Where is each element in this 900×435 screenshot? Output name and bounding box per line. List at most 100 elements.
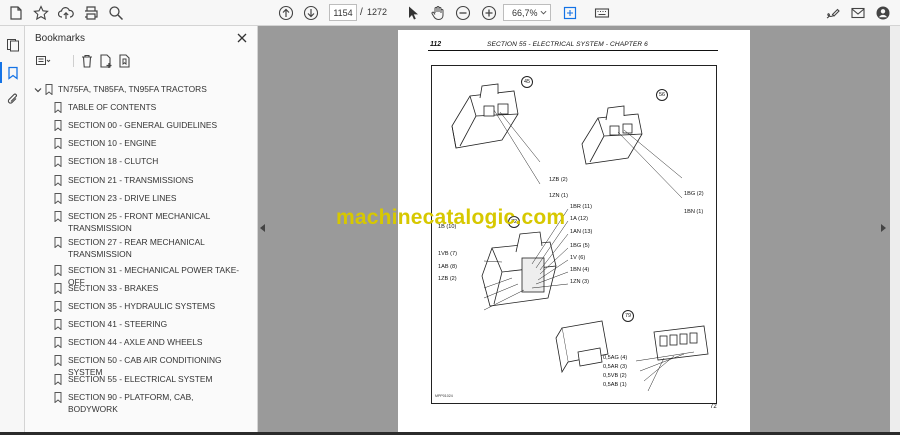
fit-page-icon[interactable] (560, 3, 580, 23)
figure-code: MPP01024 (435, 394, 453, 398)
next-page-icon[interactable] (301, 3, 321, 23)
wire-label: 1BG (2) (684, 191, 704, 197)
bookmark-icon (54, 138, 62, 149)
bookmark-tools (35, 53, 245, 71)
email-icon[interactable] (848, 3, 868, 23)
bookmark-label: SECTION 41 - STEERING (68, 319, 168, 329)
bookmark-icon (54, 283, 62, 294)
bookmark-icon (54, 102, 62, 113)
bookmarks-icon[interactable] (0, 62, 21, 83)
bookmark-label: SECTION 35 - HYDRAULIC SYSTEMS (68, 301, 216, 311)
wire-label: 1V (6) (570, 255, 586, 261)
star-icon[interactable] (31, 3, 51, 23)
bookmark-icon (54, 120, 62, 131)
cloud-upload-icon[interactable] (56, 3, 76, 23)
bookmark-label: SECTION 90 - PLATFORM, CAB, BODYWORK (68, 392, 194, 414)
bookmark-icon (54, 355, 62, 366)
page-separator: / (360, 7, 363, 18)
print-icon[interactable] (81, 3, 101, 23)
bookmark-label: SECTION 10 - ENGINE (68, 138, 157, 148)
keyboard-icon[interactable] (592, 3, 612, 23)
bookmark-label: SECTION 00 - GENERAL GUIDELINES (68, 120, 218, 130)
bookmark-settings-icon[interactable] (117, 53, 133, 69)
hand-tool-icon[interactable] (428, 3, 448, 23)
total-pages: 1272 (367, 7, 388, 17)
options-menu-icon[interactable] (35, 53, 51, 69)
bookmark-label: SECTION 25 - FRONT MECHANICAL TRANSMISSI… (68, 211, 210, 233)
bookmark-icon (54, 265, 62, 276)
wire-label: 1VB (7) (438, 251, 457, 257)
callout-number: 56 (656, 89, 668, 101)
delete-icon[interactable] (79, 53, 95, 69)
search-icon[interactable] (106, 3, 126, 23)
bookmark-root-label: TN75FA, TN85FA, TN95FA TRACTORS (58, 84, 207, 94)
zoom-out-icon[interactable] (453, 3, 473, 23)
wire-label: 1BR (11) (570, 204, 592, 210)
bookmark-icon (54, 156, 62, 167)
bookmark-label: SECTION 55 - ELECTRICAL SYSTEM (68, 374, 213, 384)
wire-label: 1BN (4) (570, 267, 590, 273)
select-cursor-icon[interactable] (403, 3, 423, 23)
bookmark-icon (54, 374, 62, 385)
collapse-right-icon[interactable] (880, 224, 886, 232)
account-icon[interactable] (873, 3, 893, 23)
bookmark-label: TABLE OF CONTENTS (68, 102, 157, 112)
vertical-scrollbar[interactable] (890, 26, 900, 435)
page-footer-number: 72 (710, 404, 717, 410)
bookmark-item[interactable]: SECTION 90 - PLATFORM, CAB, BODYWORK (25, 391, 258, 415)
wire-label: 1BN (1) (684, 209, 704, 215)
wire-label: 1ZB (2) (438, 276, 457, 282)
collapse-left-icon[interactable] (260, 224, 266, 232)
home-icon[interactable] (6, 3, 26, 23)
previous-page-icon[interactable] (276, 3, 296, 23)
zoom-level-select[interactable]: 66,7% (503, 4, 551, 21)
connector-45-drawing (451, 83, 519, 149)
attachment-icon[interactable] (4, 90, 21, 107)
bookmark-label: SECTION 27 - REAR MECHANICAL TRANSMISSIO… (68, 237, 205, 259)
wire-label: 1ZN (3) (570, 279, 589, 285)
chevron-down-icon[interactable] (33, 85, 43, 95)
toolbar-divider (73, 55, 74, 67)
callout-number: 79 (622, 310, 634, 322)
wire-label: 0,5AG (4) (603, 355, 628, 361)
bookmark-item[interactable]: SECTION 27 - REAR MECHANICAL TRANSMISSIO… (25, 236, 258, 260)
callout-number: 45 (521, 76, 533, 88)
wire-label: 1ZN (1) (549, 193, 568, 199)
new-bookmark-icon[interactable] (98, 53, 114, 69)
bookmark-icon (54, 211, 62, 222)
top-toolbar: 1154 / 1272 66,7% (0, 0, 900, 26)
current-page-input[interactable]: 1154 (329, 4, 357, 21)
bookmark-root[interactable]: TN75FA, TN85FA, TN95FA TRACTORS (25, 83, 258, 97)
section-header: SECTION 55 - ELECTRICAL SYSTEM - CHAPTER… (487, 41, 648, 48)
bookmark-item[interactable]: SECTION 25 - FRONT MECHANICAL TRANSMISSI… (25, 210, 258, 234)
watermark: machinecatalogic.com (336, 206, 566, 229)
chevron-down-icon (540, 10, 547, 15)
page-number: 112 (430, 41, 442, 48)
bookmark-icon (54, 175, 62, 186)
bookmark-icon (54, 319, 62, 330)
navigation-strip (0, 26, 25, 435)
bookmark-icon (54, 237, 62, 248)
zoom-in-icon[interactable] (479, 3, 499, 23)
page-thumbnails-icon[interactable] (4, 36, 21, 53)
connector-79-drawing (555, 320, 709, 374)
sign-icon[interactable] (823, 3, 843, 23)
connector-diagram: 45 56 72 79 1ZB (2) 1ZN (1) 1BG (2) 1BN (1) 1B (… (431, 65, 717, 404)
wire-label: 1AN (13) (570, 229, 593, 235)
wire-label: 0,5AB (1) (603, 382, 627, 388)
header-rule (428, 50, 718, 51)
panel-title: Bookmarks (35, 33, 86, 44)
bookmark-icon (54, 193, 62, 204)
bookmark-label: SECTION 21 - TRANSMISSIONS (68, 175, 194, 185)
bookmarks-panel: Bookmarks TN75FA, TN85FA, TN95FA TRACTOR… (25, 26, 258, 435)
zoom-value: 66,7% (512, 7, 538, 18)
pdf-page: 112 SECTION 55 - ELECTRICAL SYSTEM - CHA… (398, 30, 750, 435)
bookmark-icon (54, 337, 62, 348)
close-icon[interactable] (235, 31, 249, 45)
bookmark-icon (54, 301, 62, 312)
bookmark-label: SECTION 33 - BRAKES (68, 283, 159, 293)
connector-72-drawing (481, 231, 557, 307)
wire-label: 1AB (8) (438, 264, 457, 270)
wire-label: 1BG (5) (570, 243, 590, 249)
wire-label: 0,5VB (2) (603, 373, 627, 379)
